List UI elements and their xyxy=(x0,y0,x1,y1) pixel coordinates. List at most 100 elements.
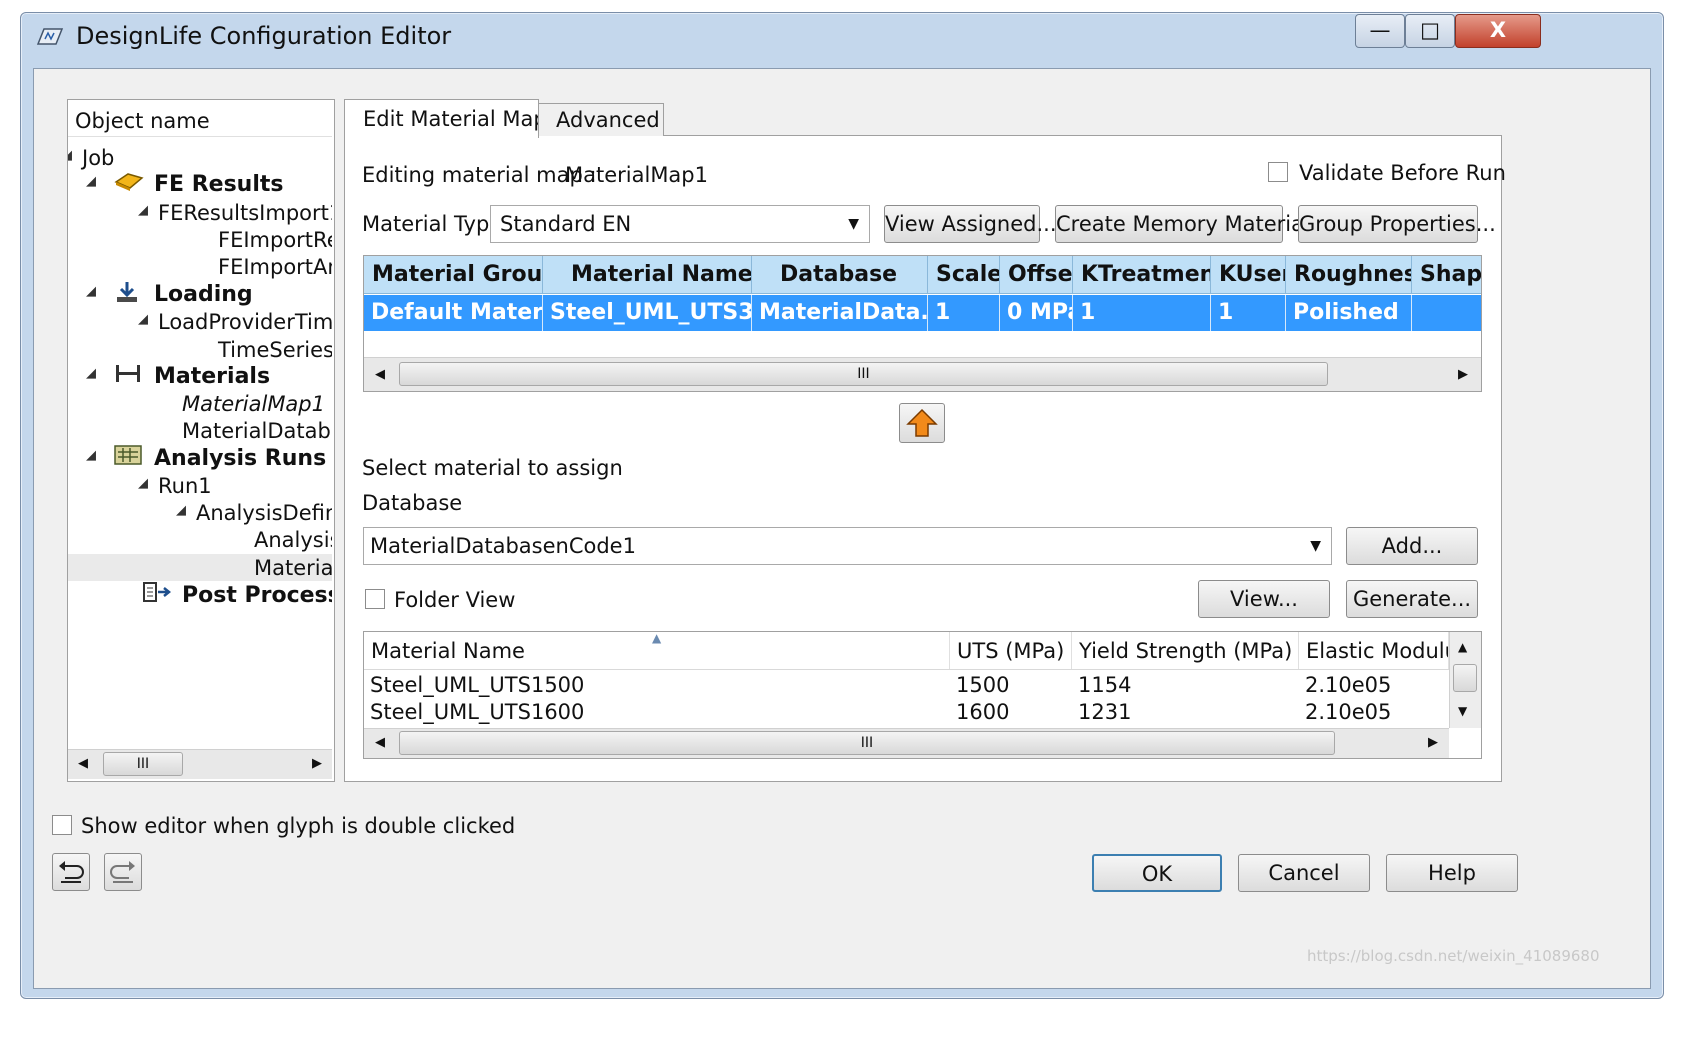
tree-item[interactable]: ◢ Analysis Runs xyxy=(68,444,332,471)
analysis-runs-icon xyxy=(114,444,142,470)
view-assigned-button[interactable]: View Assigned... xyxy=(884,205,1057,243)
table-cell[interactable]: MaterialData... xyxy=(752,295,928,331)
table-cell[interactable]: 1 xyxy=(1211,295,1286,331)
add-database-button[interactable]: Add... xyxy=(1346,527,1478,565)
tree-item[interactable]: FEImportAnalysis xyxy=(68,253,332,280)
table-row[interactable]: Default MaterialSteel_UML_UTS3...Materia… xyxy=(364,295,1481,331)
group-properties-button[interactable]: Group Properties... xyxy=(1298,205,1496,243)
table-cell[interactable]: 1 xyxy=(928,295,1000,331)
tree-item[interactable]: FEImportResults xyxy=(68,226,332,253)
folder-view-label: Folder View xyxy=(394,588,516,612)
ok-button[interactable]: OK xyxy=(1092,854,1222,892)
list-cell: 2.10e05 xyxy=(1305,673,1392,697)
view-database-button[interactable]: View... xyxy=(1198,580,1330,618)
expand-triangle-icon[interactable]: ◢ xyxy=(86,449,96,462)
expand-triangle-icon[interactable]: ◢ xyxy=(68,149,72,162)
scroll-left-icon[interactable]: ◀ xyxy=(375,735,385,750)
tree-item[interactable]: ◢ Job xyxy=(68,144,332,171)
list-column-header[interactable]: Yield Strength (MPa) xyxy=(1072,632,1299,669)
tree-item[interactable]: MaterialDatabase xyxy=(68,417,332,444)
loading-icon xyxy=(114,280,140,308)
grid-column-header[interactable]: Shape xyxy=(1412,256,1481,293)
grid-column-header[interactable]: Material Group xyxy=(364,256,543,293)
list-item[interactable]: Steel_UML_UTS1600 1600 1231 2.10e05 xyxy=(364,699,1449,726)
tree-item[interactable]: ◢ AnalysisDefinition xyxy=(68,499,332,526)
grid-column-header[interactable]: Roughness xyxy=(1286,256,1412,293)
grid-column-header[interactable]: KTreatment xyxy=(1073,256,1211,293)
dropdown-arrow-icon: ▼ xyxy=(1310,538,1321,554)
table-cell[interactable]: 1 xyxy=(1073,295,1211,331)
validate-before-run-label: Validate Before Run xyxy=(1299,161,1506,185)
database-label: Database xyxy=(362,491,463,515)
tree-item-label: AnalysisEngine xyxy=(254,528,332,552)
expand-triangle-icon[interactable]: ◢ xyxy=(138,204,148,217)
validate-before-run-checkbox[interactable] xyxy=(1268,162,1288,182)
scroll-right-icon[interactable]: ▶ xyxy=(1458,367,1468,382)
tree-item[interactable]: ◢ Loading xyxy=(68,280,332,307)
material-type-label: Material Type xyxy=(362,212,503,236)
scroll-right-icon[interactable]: ▶ xyxy=(1428,735,1438,750)
tree-item[interactable]: ◢ FEResultsImport1 xyxy=(68,199,332,226)
object-tree: ◢ Job ◢ FE Results ◢ FEResultsImport1 FEImport… xyxy=(68,137,332,749)
material-list-scroll-thumb[interactable]: III xyxy=(399,731,1335,755)
generate-button[interactable]: Generate... xyxy=(1346,580,1478,618)
list-cell: Steel_UML_UTS1500 xyxy=(370,673,585,697)
tree-item-label: FE Results xyxy=(154,172,284,197)
tree-item[interactable]: MaterialMap xyxy=(68,554,332,581)
scroll-left-icon[interactable]: ◀ xyxy=(78,756,88,771)
close-button[interactable]: X xyxy=(1455,14,1541,48)
assign-material-up-button[interactable] xyxy=(899,403,945,443)
list-column-header[interactable]: Elastic Modulus ( xyxy=(1299,632,1449,669)
scroll-right-icon[interactable]: ▶ xyxy=(312,756,322,771)
tree-item-label: Materials xyxy=(154,364,271,389)
table-cell[interactable]: 0 MPa xyxy=(1000,295,1073,331)
scroll-down-icon[interactable]: ▼ xyxy=(1458,704,1467,718)
grid-column-header[interactable]: Database xyxy=(752,256,928,293)
create-memory-materials-button[interactable]: Create Memory Materials xyxy=(1055,205,1321,243)
table-cell[interactable]: Default Material xyxy=(364,295,543,331)
tree-item-label: LoadProviderTimeSeries xyxy=(158,310,332,334)
database-select[interactable]: MaterialDatabasenCode1 ▼ xyxy=(363,527,1332,565)
material-list-vscroll-thumb[interactable] xyxy=(1453,664,1477,692)
show-editor-checkbox[interactable] xyxy=(52,815,72,835)
tree-item[interactable]: ◢ FE Results xyxy=(68,170,332,197)
grid-column-header[interactable]: Scale xyxy=(928,256,1000,293)
expand-triangle-icon[interactable]: ◢ xyxy=(86,285,96,298)
tree-item[interactable]: ◢ Materials xyxy=(68,362,332,389)
list-item[interactable]: Steel_UML_UTS1500 1500 1154 2.10e05 xyxy=(364,672,1449,699)
tree-item[interactable]: TimeSeriesPipe xyxy=(68,336,332,363)
list-column-header[interactable]: UTS (MPa) xyxy=(950,632,1072,669)
map-grid-scroll-thumb[interactable]: III xyxy=(399,362,1328,386)
material-map-grid-header: Material Group Material Name Database Scale… xyxy=(364,256,1481,294)
tree-item-label: FEImportResults xyxy=(218,228,332,252)
tree-item[interactable]: MaterialMap1 xyxy=(68,390,332,417)
help-button[interactable]: Help xyxy=(1386,854,1518,892)
material-type-select[interactable]: Standard EN ▼ xyxy=(490,205,870,243)
table-cell[interactable] xyxy=(1412,295,1481,331)
minimize-button[interactable]: — xyxy=(1355,14,1405,48)
expand-triangle-icon[interactable]: ◢ xyxy=(86,367,96,380)
cancel-button[interactable]: Cancel xyxy=(1238,854,1370,892)
expand-triangle-icon[interactable]: ◢ xyxy=(86,175,96,188)
tree-item[interactable]: AnalysisEngine xyxy=(68,526,332,553)
undo-button[interactable] xyxy=(52,853,90,891)
tree-item[interactable]: ◢ Run1 xyxy=(68,472,332,499)
expand-triangle-icon[interactable]: ◢ xyxy=(138,313,148,326)
table-cell[interactable]: Steel_UML_UTS3... xyxy=(543,295,752,331)
material-map-grid: Material Group Material Name Database Scale… xyxy=(363,255,1482,392)
grid-column-header[interactable]: KUser xyxy=(1211,256,1286,293)
grid-column-header[interactable]: Material Name xyxy=(543,256,752,293)
tree-scroll-thumb[interactable]: III xyxy=(103,752,183,776)
tree-item[interactable]: Post Processor xyxy=(68,581,332,608)
grid-column-header[interactable]: Offset xyxy=(1000,256,1073,293)
scroll-left-icon[interactable]: ◀ xyxy=(375,367,385,382)
maximize-button[interactable]: □ xyxy=(1405,14,1455,48)
folder-view-checkbox[interactable] xyxy=(365,589,385,609)
expand-triangle-icon[interactable]: ◢ xyxy=(176,504,186,517)
table-cell[interactable]: Polished xyxy=(1286,295,1412,331)
scroll-up-icon[interactable]: ▲ xyxy=(1458,640,1467,654)
tree-item[interactable]: ◢ LoadProviderTimeSeries xyxy=(68,308,332,335)
editing-map-name: MaterialMap1 xyxy=(565,163,708,187)
redo-button[interactable] xyxy=(104,853,142,891)
expand-triangle-icon[interactable]: ◢ xyxy=(138,477,148,490)
